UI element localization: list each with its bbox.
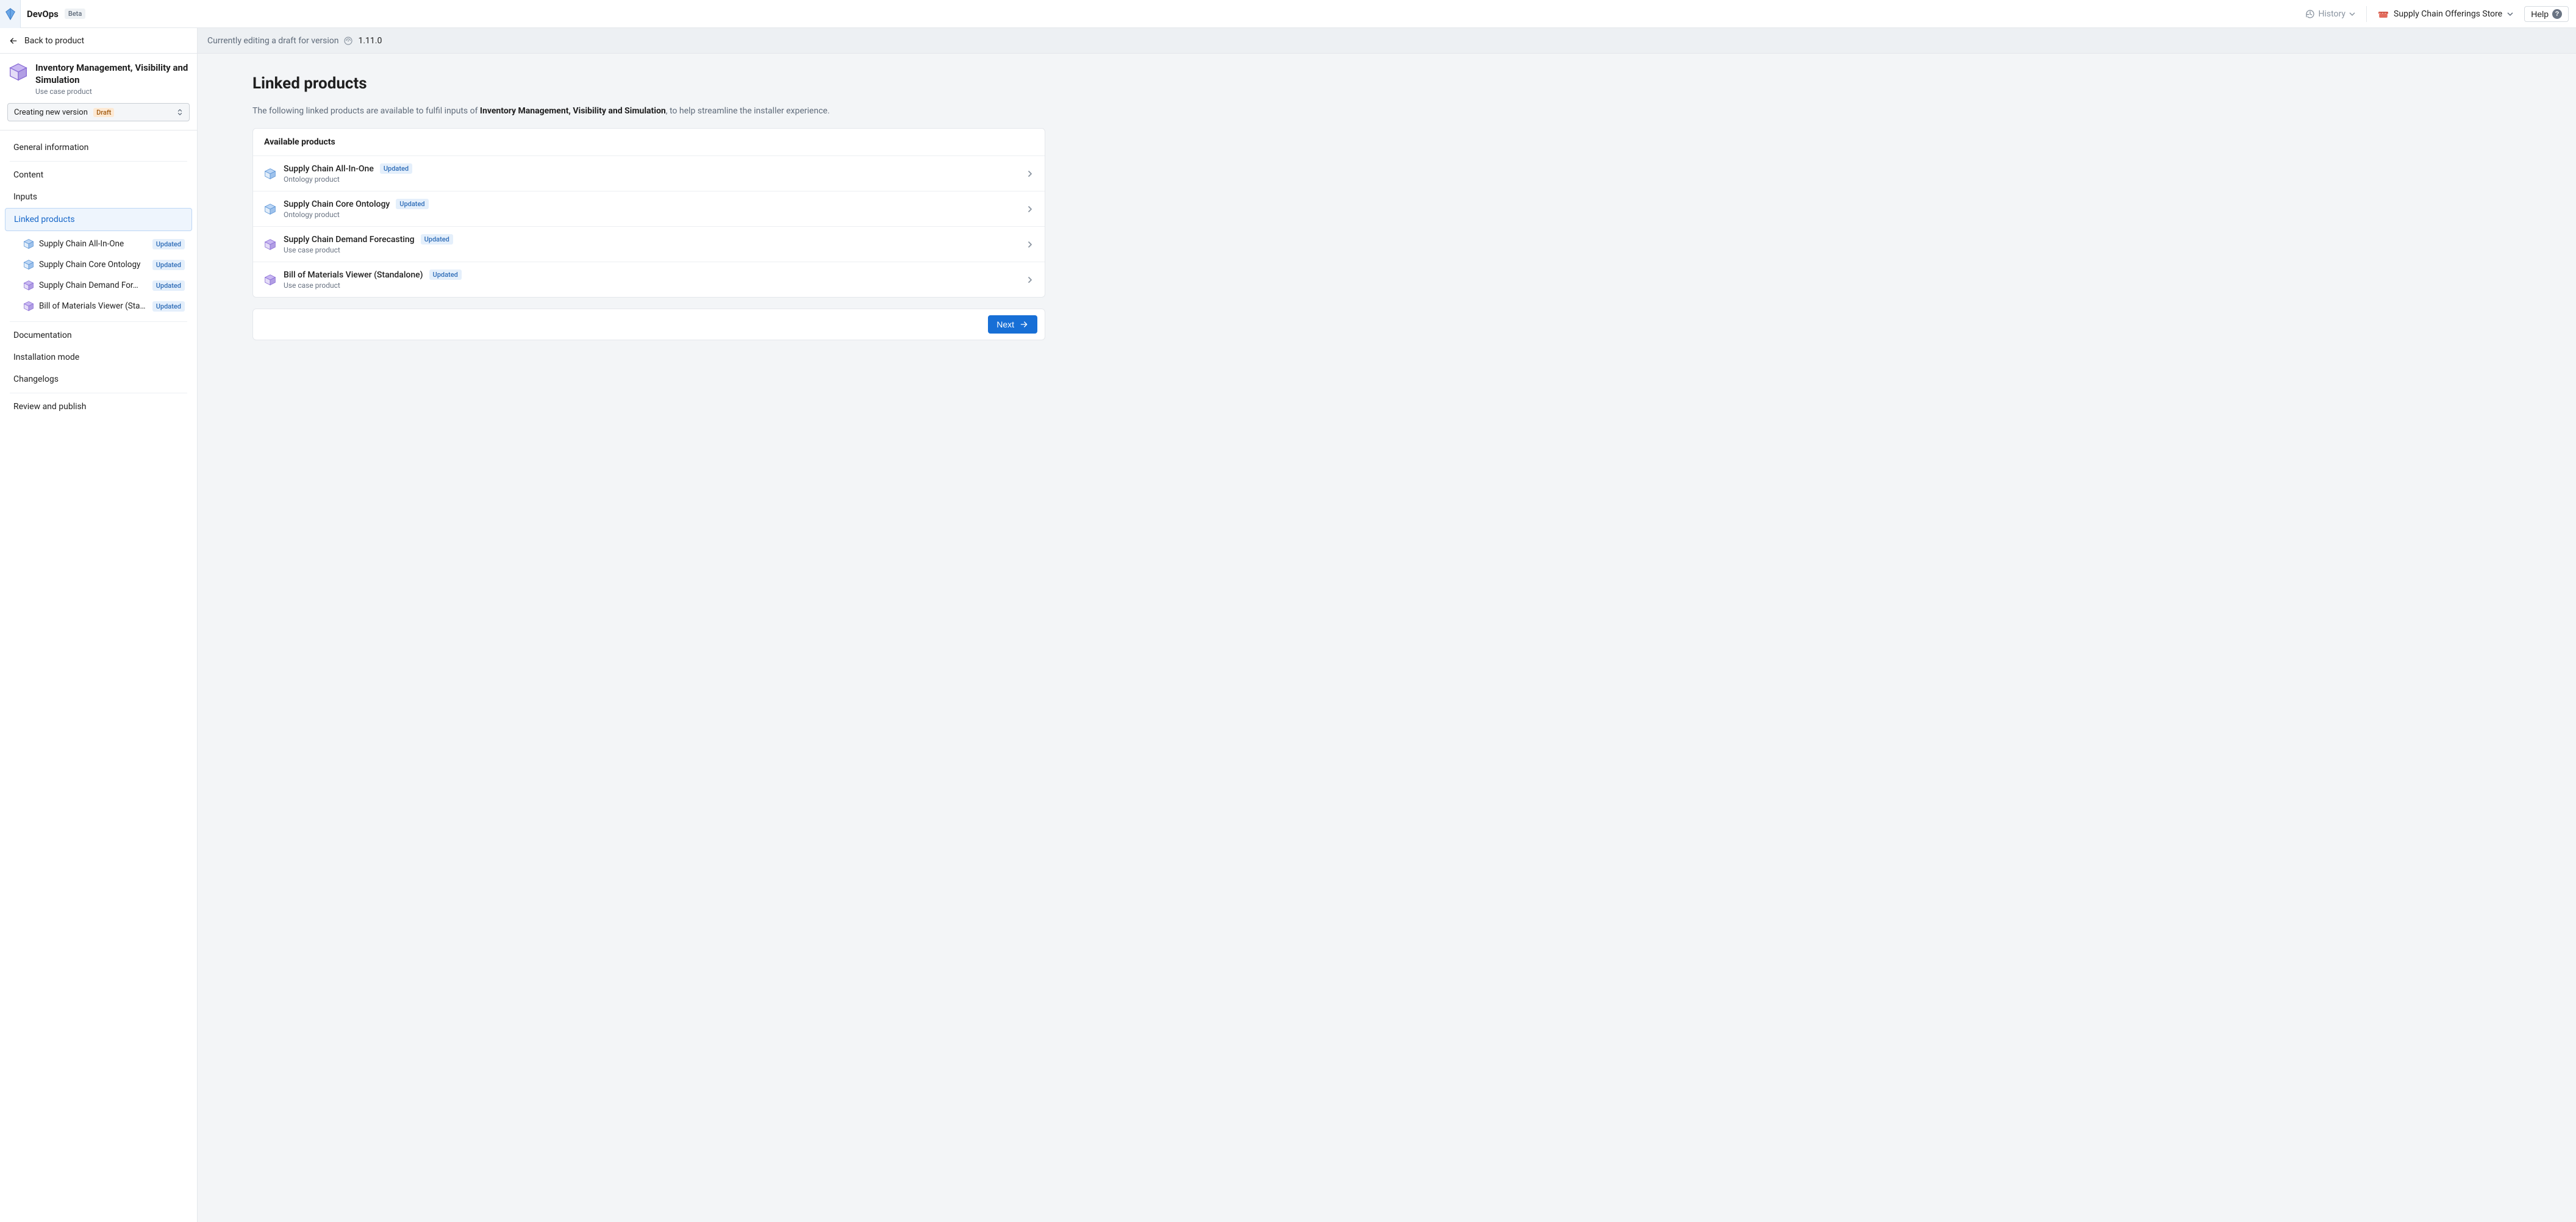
app-logo[interactable]	[0, 0, 21, 28]
cube-icon	[23, 238, 34, 249]
updated-badge: Updated	[396, 199, 428, 209]
divider	[2366, 6, 2367, 22]
product-row[interactable]: Bill of Materials Viewer (Standalone) Up…	[253, 262, 1045, 297]
product-subtitle: Use case product	[284, 246, 1019, 254]
product-title: Inventory Management, Visibility and Sim…	[35, 62, 188, 86]
product-row[interactable]: Supply Chain All-In-One Updated Ontology…	[253, 156, 1045, 191]
nav-content[interactable]: Content	[5, 164, 192, 186]
banner-version: 1.11.0	[358, 36, 382, 46]
chevron-down-icon	[2349, 11, 2355, 17]
app-title: DevOps	[27, 9, 59, 20]
updated-badge: Updated	[421, 234, 453, 245]
product-subtitle: Ontology product	[284, 210, 1019, 219]
topbar: DevOps Beta History Supply Chain Of	[0, 0, 2576, 28]
divider	[10, 321, 187, 322]
chevron-right-icon	[1026, 241, 1034, 248]
product-name: Supply Chain All-In-One	[284, 164, 374, 174]
divider	[10, 161, 187, 162]
back-label: Back to product	[24, 36, 84, 46]
chevron-right-icon	[1026, 170, 1034, 177]
updated-badge: Updated	[152, 239, 185, 249]
updated-badge: Updated	[380, 163, 412, 174]
store-selector[interactable]: Supply Chain Offerings Store	[2378, 9, 2513, 19]
product-name: Supply Chain Core Ontology	[284, 199, 390, 209]
version-icon	[343, 36, 353, 46]
cube-icon	[23, 259, 34, 270]
history-button[interactable]: History	[2305, 9, 2356, 19]
updated-badge: Updated	[152, 280, 185, 291]
chevron-right-icon	[1026, 205, 1034, 213]
version-select-label: Creating new version	[14, 108, 88, 117]
product-name: Bill of Materials Viewer (Standalone)	[284, 270, 423, 280]
desc-strong: Inventory Management, Visibility and Sim…	[480, 106, 666, 116]
page-description: The following linked products are availa…	[252, 106, 1045, 116]
beta-badge: Beta	[65, 9, 85, 19]
cube-icon	[264, 274, 276, 286]
version-selector[interactable]: Creating new version Draft	[7, 103, 190, 121]
product-cube-icon	[9, 62, 28, 82]
nav-changelogs[interactable]: Changelogs	[5, 368, 192, 390]
page-title: Linked products	[252, 74, 1045, 93]
nav-inputs[interactable]: Inputs	[5, 186, 192, 208]
product-subtitle: Use case product	[35, 87, 188, 96]
help-button[interactable]: Help ?	[2524, 6, 2569, 22]
product-row[interactable]: Supply Chain Demand Forecasting Updated …	[253, 227, 1045, 262]
nav-documentation[interactable]: Documentation	[5, 324, 192, 346]
product-name: Supply Chain Demand Forecasting	[284, 235, 415, 245]
cube-icon	[264, 168, 276, 180]
product-subtitle: Ontology product	[284, 175, 1019, 184]
updated-badge: Updated	[429, 270, 462, 280]
help-label: Help	[2531, 9, 2549, 19]
history-label: History	[2319, 9, 2346, 19]
cube-icon	[23, 280, 34, 291]
sidebar-linked-subitem[interactable]: Bill of Materials Viewer (Sta… Updated	[20, 296, 192, 316]
sidebar-linked-subitem[interactable]: Supply Chain Core Ontology Updated	[20, 254, 192, 275]
draft-banner: Currently editing a draft for version 1.…	[198, 28, 2576, 54]
nav-review-publish[interactable]: Review and publish	[5, 396, 192, 418]
sort-icon	[177, 109, 183, 116]
sidebar-linked-subitem[interactable]: Supply Chain Demand For… Updated	[20, 275, 192, 296]
cube-icon	[264, 203, 276, 215]
subitem-label: Supply Chain Core Ontology	[39, 260, 148, 270]
subitem-label: Supply Chain All-In-One	[39, 239, 148, 249]
chevron-down-icon	[2507, 11, 2513, 17]
help-icon: ?	[2552, 9, 2562, 19]
updated-badge: Updated	[152, 260, 185, 270]
nav-installation-mode[interactable]: Installation mode	[5, 346, 192, 368]
subitem-label: Bill of Materials Viewer (Sta…	[39, 301, 148, 311]
nav-linked-products[interactable]: Linked products	[5, 208, 192, 231]
draft-badge: Draft	[93, 108, 114, 117]
product-header: Inventory Management, Visibility and Sim…	[0, 54, 197, 103]
subitem-label: Supply Chain Demand For…	[39, 280, 148, 290]
product-subtitle: Use case product	[284, 281, 1019, 290]
next-panel: Next	[252, 309, 1045, 340]
desc-suffix: , to help streamline the installer exper…	[666, 106, 830, 116]
arrow-right-icon	[1019, 320, 1029, 329]
arrow-left-icon	[9, 36, 18, 46]
nav-general-information[interactable]: General information	[5, 137, 192, 159]
desc-prefix: The following linked products are availa…	[252, 106, 480, 116]
banner-prefix: Currently editing a draft for version	[207, 36, 338, 46]
updated-badge: Updated	[152, 301, 185, 312]
chevron-right-icon	[1026, 276, 1034, 284]
history-icon	[2305, 9, 2315, 19]
next-label: Next	[996, 320, 1014, 329]
app-logo-icon	[4, 7, 17, 21]
next-button[interactable]: Next	[988, 315, 1037, 334]
sidebar-linked-subitem[interactable]: Supply Chain All-In-One Updated	[20, 234, 192, 254]
main-area: Currently editing a draft for version 1.…	[198, 28, 2576, 1222]
back-to-product-link[interactable]: Back to product	[0, 28, 197, 54]
panel-header: Available products	[253, 129, 1045, 156]
cube-icon	[23, 301, 34, 312]
cube-icon	[264, 238, 276, 251]
product-row[interactable]: Supply Chain Core Ontology Updated Ontol…	[253, 191, 1045, 227]
sidebar: Back to product Inventory Management, Vi…	[0, 28, 198, 1222]
store-icon	[2378, 10, 2389, 18]
available-products-panel: Available products Supply Chain All-In-O…	[252, 128, 1045, 298]
store-name: Supply Chain Offerings Store	[2394, 9, 2502, 19]
